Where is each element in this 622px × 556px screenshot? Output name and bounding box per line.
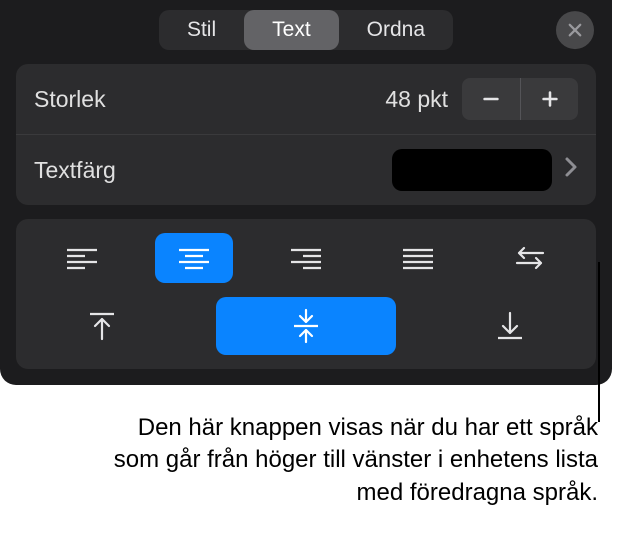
plus-icon <box>539 88 561 110</box>
chevron-right-icon <box>564 156 578 184</box>
top-bar: Stil Text Ordna <box>0 0 612 64</box>
align-top-icon <box>88 311 116 341</box>
align-center-icon <box>177 246 211 270</box>
tab-ordna[interactable]: Ordna <box>339 10 453 50</box>
text-color-swatch[interactable] <box>392 149 552 191</box>
minus-icon <box>480 88 502 110</box>
size-value: 48 pkt <box>385 86 448 113</box>
tab-text[interactable]: Text <box>244 10 339 50</box>
align-bottom-icon <box>496 311 524 341</box>
size-label: Storlek <box>34 86 385 113</box>
align-justify-button[interactable] <box>379 233 457 283</box>
format-panel: Stil Text Ordna Storlek 48 pkt Textfärg <box>0 0 612 385</box>
decrease-size-button[interactable] <box>462 78 520 120</box>
increase-size-button[interactable] <box>520 78 578 120</box>
text-direction-icon <box>513 245 547 271</box>
align-left-button[interactable] <box>43 233 121 283</box>
vertical-alignment-row <box>26 297 586 355</box>
align-left-icon <box>65 246 99 270</box>
align-middle-button[interactable] <box>216 297 396 355</box>
align-justify-icon <box>401 246 435 270</box>
text-color-row[interactable]: Textfärg <box>16 134 596 205</box>
callout-line <box>598 262 600 422</box>
close-icon <box>566 21 584 39</box>
text-color-label: Textfärg <box>34 157 392 184</box>
tab-stil[interactable]: Stil <box>159 10 244 50</box>
align-center-button[interactable] <box>155 233 233 283</box>
align-right-button[interactable] <box>267 233 345 283</box>
text-direction-button[interactable] <box>491 233 569 283</box>
align-right-icon <box>289 246 323 270</box>
text-settings-section: Storlek 48 pkt Textfärg <box>16 64 596 205</box>
size-row: Storlek 48 pkt <box>16 64 596 134</box>
callout-text: Den här knappen visas när du har ett spr… <box>100 412 598 509</box>
align-middle-icon <box>291 308 321 344</box>
horizontal-alignment-row <box>26 233 586 283</box>
size-stepper <box>462 78 578 120</box>
close-button[interactable] <box>556 11 594 49</box>
segment-control: Stil Text Ordna <box>159 10 453 50</box>
alignment-section <box>16 219 596 369</box>
align-top-button[interactable] <box>63 301 141 351</box>
align-bottom-button[interactable] <box>471 301 549 351</box>
